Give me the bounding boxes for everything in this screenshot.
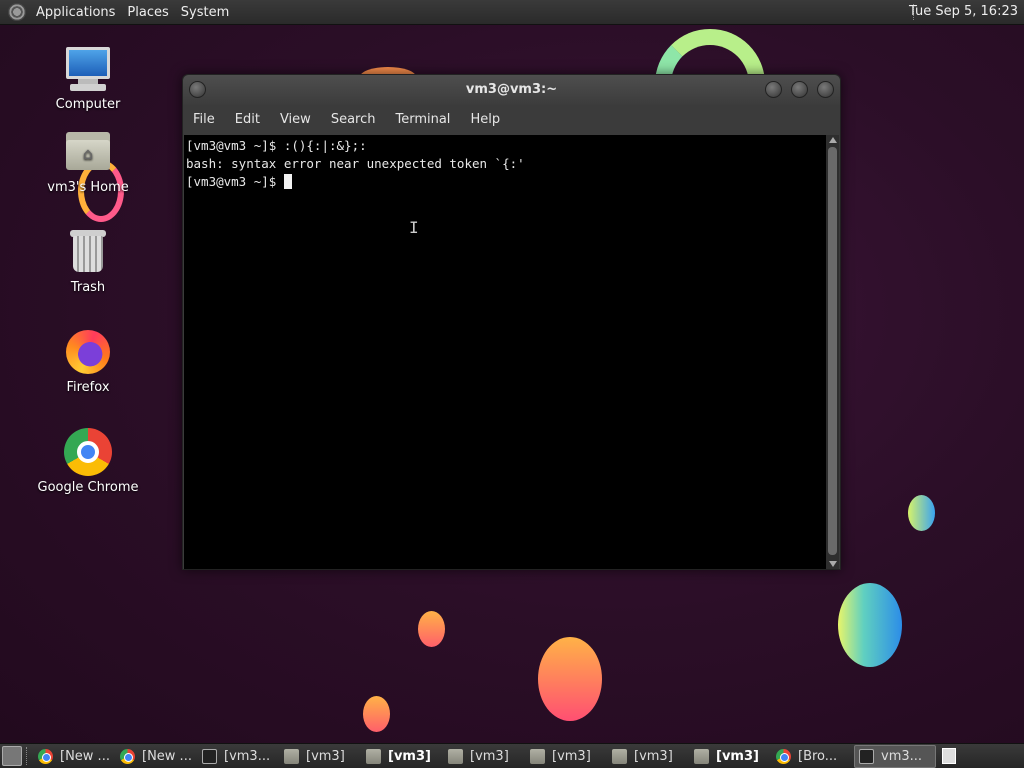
wallpaper-egg bbox=[908, 495, 935, 531]
terminal-line: bash: syntax error near unexpected token… bbox=[186, 156, 525, 171]
terminal-icon bbox=[202, 748, 217, 764]
terminal-icon bbox=[859, 748, 874, 764]
folder-icon bbox=[612, 748, 627, 764]
ibeam-cursor-icon: I bbox=[409, 218, 419, 237]
taskbar-separator bbox=[26, 747, 32, 765]
chrome-icon bbox=[776, 748, 791, 764]
top-panel: Applications Places System Tue Sep 5, 16… bbox=[0, 0, 1024, 25]
desktop-icon-label: Computer bbox=[55, 97, 121, 112]
menu-help[interactable]: Help bbox=[460, 112, 510, 127]
desktop-icon-firefox[interactable]: Firefox bbox=[33, 328, 143, 395]
desktop-icon-label: Firefox bbox=[66, 380, 110, 395]
chrome-icon bbox=[38, 748, 53, 764]
trash-icon bbox=[64, 228, 112, 276]
maximize-button[interactable] bbox=[791, 81, 808, 98]
desktop-icon-label: Trash bbox=[70, 280, 106, 295]
taskbar-item[interactable]: [vm3] bbox=[608, 745, 690, 768]
terminal-scrollbar[interactable] bbox=[826, 135, 839, 569]
terminal-menubar: File Edit View Search Terminal Help bbox=[183, 105, 840, 133]
text-cursor bbox=[283, 174, 292, 189]
chrome-icon bbox=[64, 428, 112, 476]
folder-icon bbox=[530, 748, 545, 764]
taskbar-item[interactable]: [vm3] bbox=[526, 745, 608, 768]
menu-view[interactable]: View bbox=[270, 112, 321, 127]
home-folder-icon: ⌂ bbox=[64, 128, 112, 176]
window-title: vm3@vm3:~ bbox=[465, 82, 558, 97]
folder-icon bbox=[284, 748, 299, 764]
menu-terminal[interactable]: Terminal bbox=[385, 112, 460, 127]
distro-logo-icon[interactable] bbox=[8, 3, 26, 21]
taskbar-item[interactable]: [Bro... bbox=[772, 745, 854, 768]
minimize-button[interactable] bbox=[765, 81, 782, 98]
menu-edit[interactable]: Edit bbox=[225, 112, 270, 127]
taskbar-item[interactable]: [vm3... bbox=[198, 745, 280, 768]
menu-search[interactable]: Search bbox=[321, 112, 386, 127]
folder-icon bbox=[448, 748, 463, 764]
show-desktop-icon[interactable] bbox=[2, 746, 22, 766]
menu-places[interactable]: Places bbox=[123, 5, 176, 20]
bottom-taskbar: [New ... [New ... [vm3... [vm3] [vm3] [v… bbox=[0, 743, 1024, 768]
firefox-icon bbox=[64, 328, 112, 376]
menu-file[interactable]: File bbox=[183, 112, 225, 127]
chrome-icon bbox=[120, 748, 135, 764]
menu-system[interactable]: System bbox=[177, 5, 237, 20]
scroll-thumb[interactable] bbox=[828, 147, 837, 555]
terminal-prompt-line: [vm3@vm3 ~]$ bbox=[186, 173, 825, 191]
terminal-window[interactable]: vm3@vm3:~ File Edit View Search Terminal… bbox=[182, 74, 841, 570]
wallpaper-egg bbox=[538, 637, 602, 721]
desktop-icon-home[interactable]: ⌂ vm3's Home bbox=[33, 128, 143, 195]
terminal-prompt: [vm3@vm3 ~]$ bbox=[186, 174, 284, 189]
desktop-icon-label: vm3's Home bbox=[47, 180, 129, 195]
desktop-icon-chrome[interactable]: Google Chrome bbox=[33, 428, 143, 495]
menu-applications[interactable]: Applications bbox=[32, 5, 123, 20]
window-titlebar[interactable]: vm3@vm3:~ bbox=[183, 75, 840, 105]
taskbar-item[interactable]: [vm3] bbox=[444, 745, 526, 768]
folder-icon bbox=[366, 748, 381, 764]
wallpaper-egg bbox=[838, 583, 902, 667]
taskbar-item[interactable]: [vm3] bbox=[280, 745, 362, 768]
taskbar-item[interactable]: [New ... bbox=[116, 745, 198, 768]
computer-icon bbox=[64, 45, 112, 93]
workspace-switcher[interactable] bbox=[942, 748, 956, 764]
taskbar-item[interactable]: [vm3] bbox=[690, 745, 772, 768]
desktop-icon-computer[interactable]: Computer bbox=[33, 45, 143, 112]
terminal-line: [vm3@vm3 ~]$ :(){:|:&};: bbox=[186, 138, 367, 153]
scroll-up-arrow-icon[interactable] bbox=[829, 137, 837, 143]
wallpaper-egg bbox=[363, 696, 390, 732]
folder-icon bbox=[694, 748, 709, 764]
taskbar-item-active[interactable]: vm3... bbox=[854, 744, 936, 768]
close-button[interactable] bbox=[817, 81, 834, 98]
taskbar-item[interactable]: [New ... bbox=[34, 745, 116, 768]
clock[interactable]: Tue Sep 5, 16:23 bbox=[909, 4, 1018, 19]
wallpaper-egg bbox=[418, 611, 445, 647]
desktop-icon-label: Google Chrome bbox=[37, 480, 139, 495]
desktop-icon-trash[interactable]: Trash bbox=[33, 228, 143, 295]
terminal-output[interactable]: [vm3@vm3 ~]$ :(){:|:&};: bash: syntax err… bbox=[184, 135, 827, 569]
scroll-down-arrow-icon[interactable] bbox=[829, 561, 837, 567]
taskbar-item[interactable]: [vm3] bbox=[362, 745, 444, 768]
